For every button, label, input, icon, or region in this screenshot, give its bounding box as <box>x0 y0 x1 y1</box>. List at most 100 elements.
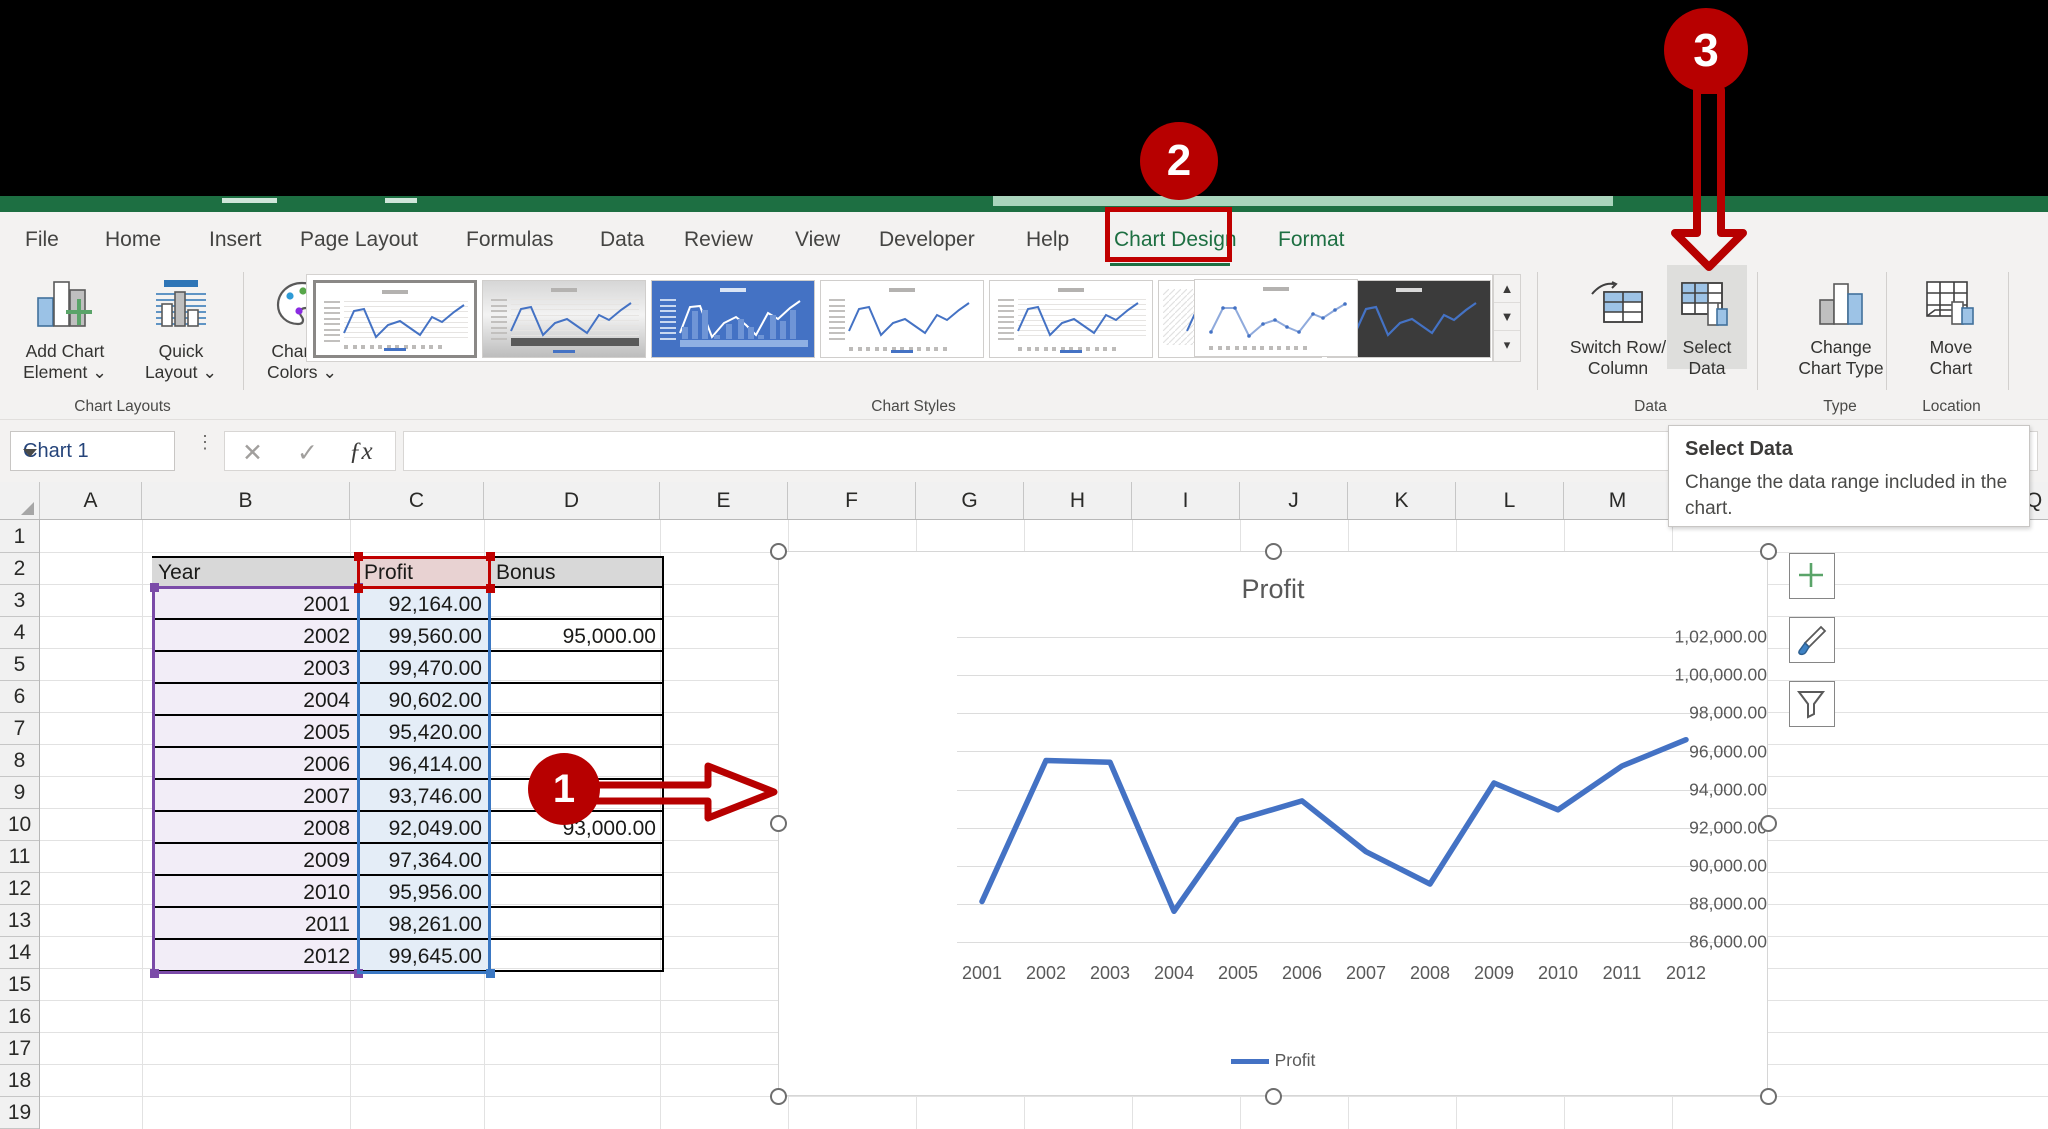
column-header-M[interactable]: M <box>1564 482 1672 519</box>
cell-B3[interactable]: 2001 <box>152 589 350 621</box>
cell-C3[interactable]: 92,164.00 <box>358 589 482 621</box>
chart-style-thumb-3[interactable] <box>651 280 815 358</box>
cell-B2[interactable]: Year <box>158 557 348 589</box>
gallery-scroll-up-button[interactable]: ▲ <box>1494 275 1520 303</box>
cell-C14[interactable]: 99,645.00 <box>358 941 482 973</box>
row-header-2[interactable]: 2 <box>0 553 39 585</box>
row-header-18[interactable]: 18 <box>0 1065 39 1097</box>
profit-header-handle-tl[interactable] <box>354 552 363 561</box>
tab-home[interactable]: Home <box>103 224 185 256</box>
cell-B13[interactable]: 2011 <box>152 909 350 941</box>
cell-C11[interactable]: 97,364.00 <box>358 845 482 877</box>
tab-page-layout[interactable]: Page Layout <box>298 224 428 256</box>
row-header-5[interactable]: 5 <box>0 649 39 681</box>
row-header-7[interactable]: 7 <box>0 713 39 745</box>
tab-insert[interactable]: Insert <box>207 224 277 256</box>
column-header-D[interactable]: D <box>484 482 660 519</box>
tab-format[interactable]: Format <box>1276 224 1360 256</box>
chart-style-thumb-8[interactable] <box>1194 279 1358 357</box>
chart-handle-bottom-center[interactable] <box>1265 1088 1282 1105</box>
chart-object[interactable]: Profit 1,02,000.00 1,00,000.00 98,000.00… <box>778 551 1768 1096</box>
cell-D2[interactable]: Bonus <box>496 557 656 589</box>
cell-C4[interactable]: 99,560.00 <box>358 621 482 653</box>
column-header-G[interactable]: G <box>916 482 1024 519</box>
tab-file[interactable]: File <box>23 224 75 256</box>
cell-C8[interactable]: 96,414.00 <box>358 749 482 781</box>
chart-style-thumb-4[interactable] <box>820 280 984 358</box>
tab-data[interactable]: Data <box>598 224 656 256</box>
cell-B8[interactable]: 2006 <box>152 749 350 781</box>
cell-C9[interactable]: 93,746.00 <box>358 781 482 813</box>
chart-styles-button[interactable] <box>1789 617 1835 663</box>
row-header-17[interactable]: 17 <box>0 1033 39 1065</box>
column-header-L[interactable]: L <box>1456 482 1564 519</box>
cell-B7[interactable]: 2005 <box>152 717 350 749</box>
row-header-12[interactable]: 12 <box>0 873 39 905</box>
tab-review[interactable]: Review <box>682 224 764 256</box>
quick-layout-button[interactable]: Quick Layout ⌄ <box>128 278 234 383</box>
column-header-E[interactable]: E <box>660 482 788 519</box>
tab-formulas[interactable]: Formulas <box>464 224 568 256</box>
cell-B12[interactable]: 2010 <box>152 877 350 909</box>
enter-icon[interactable]: ✓ <box>297 438 318 468</box>
cell-B4[interactable]: 2002 <box>152 621 350 653</box>
cell-C5[interactable]: 99,470.00 <box>358 653 482 685</box>
cell-B6[interactable]: 2004 <box>152 685 350 717</box>
gallery-scrollbar[interactable]: ▲ ▼ ▾ <box>1493 274 1521 362</box>
row-header-15[interactable]: 15 <box>0 969 39 1001</box>
chart-style-thumb-1[interactable] <box>313 280 477 358</box>
row-header-3[interactable]: 3 <box>0 585 39 617</box>
chart-handle-bottom-right[interactable] <box>1760 1088 1777 1105</box>
column-header-J[interactable]: J <box>1240 482 1348 519</box>
cell-C10[interactable]: 92,049.00 <box>358 813 482 845</box>
gallery-more-button[interactable]: ▾ <box>1494 331 1520 359</box>
select-data-button[interactable]: Select Data <box>1667 265 1747 378</box>
row-header-10[interactable]: 10 <box>0 809 39 841</box>
chart-legend[interactable]: Profit <box>779 1050 1767 1071</box>
cell-C2[interactable]: Profit <box>364 557 484 589</box>
row-header-6[interactable]: 6 <box>0 681 39 713</box>
cell-D4[interactable]: 95,000.00 <box>490 621 656 653</box>
chart-handle-top-center[interactable] <box>1265 543 1282 560</box>
profit-header-handle-br[interactable] <box>486 584 495 593</box>
cancel-icon[interactable]: ✕ <box>242 438 263 468</box>
chart-handle-middle-right[interactable] <box>1760 815 1777 832</box>
column-header-F[interactable]: F <box>788 482 916 519</box>
chart-style-thumb-2[interactable] <box>482 280 646 358</box>
row-header-14[interactable]: 14 <box>0 937 39 969</box>
column-header-C[interactable]: C <box>350 482 484 519</box>
cell-B9[interactable]: 2007 <box>152 781 350 813</box>
row-header-8[interactable]: 8 <box>0 745 39 777</box>
tab-view[interactable]: View <box>793 224 851 256</box>
profit-range-handle-br[interactable] <box>486 969 495 978</box>
row-header-13[interactable]: 13 <box>0 905 39 937</box>
insert-function-icon[interactable]: ƒx <box>349 438 373 466</box>
chart-handle-top-right[interactable] <box>1760 543 1777 560</box>
name-box[interactable]: Chart 1 <box>10 431 175 471</box>
cell-B14[interactable]: 2012 <box>152 941 350 973</box>
change-chart-type-button[interactable]: Change Chart Type <box>1768 278 1914 379</box>
row-header-16[interactable]: 16 <box>0 1001 39 1033</box>
cell-C13[interactable]: 98,261.00 <box>358 909 482 941</box>
select-all-corner[interactable] <box>0 482 40 519</box>
chevron-down-icon[interactable] <box>23 449 37 457</box>
chart-style-thumb-5[interactable] <box>989 280 1153 358</box>
row-header-11[interactable]: 11 <box>0 841 39 873</box>
chart-handle-top-left[interactable] <box>770 543 787 560</box>
row-header-4[interactable]: 4 <box>0 617 39 649</box>
add-chart-element-button[interactable]: Add Chart Element ⌄ <box>5 278 125 383</box>
column-header-H[interactable]: H <box>1024 482 1132 519</box>
column-header-B[interactable]: B <box>142 482 350 519</box>
gallery-scroll-down-button[interactable]: ▼ <box>1494 303 1520 331</box>
cell-C12[interactable]: 95,956.00 <box>358 877 482 909</box>
cell-B10[interactable]: 2008 <box>152 813 350 845</box>
column-header-I[interactable]: I <box>1132 482 1240 519</box>
move-chart-button[interactable]: Move Chart <box>1896 278 2006 379</box>
column-header-K[interactable]: K <box>1348 482 1456 519</box>
profit-header-handle-tr[interactable] <box>486 552 495 561</box>
cell-B5[interactable]: 2003 <box>152 653 350 685</box>
tab-help[interactable]: Help <box>1024 224 1078 256</box>
chart-handle-bottom-left[interactable] <box>770 1088 787 1105</box>
row-header-1[interactable]: 1 <box>0 520 39 553</box>
formula-bar-grip[interactable]: ⋮ <box>196 433 214 451</box>
